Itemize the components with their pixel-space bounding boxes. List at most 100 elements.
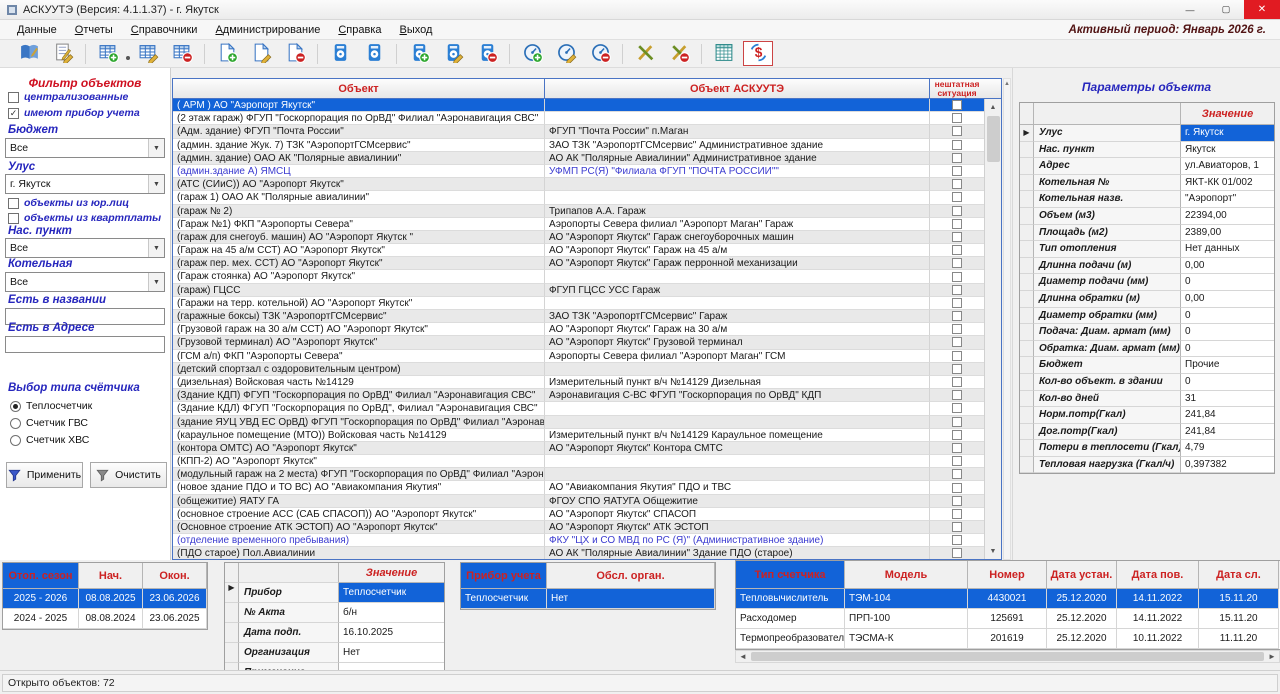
meter-service-row[interactable]: ТеплосчетчикНет xyxy=(461,589,715,609)
emergency-checkbox[interactable] xyxy=(952,140,962,150)
object-name-cell[interactable]: (КПП-2) АО "Аэропорт Якутск" xyxy=(173,455,545,468)
counters-col-header[interactable]: Модель xyxy=(845,561,968,589)
askuute-name-cell[interactable]: ФГУП ГЦСС УСС Гараж xyxy=(545,284,930,297)
emergency-checkbox[interactable] xyxy=(952,417,962,427)
counter-delete-button[interactable] xyxy=(585,41,615,66)
scroll-left-icon[interactable]: ◄ xyxy=(736,652,750,661)
object-row[interactable]: (караульное помещение (МТО)) Войсковая ч… xyxy=(173,429,984,442)
object-name-cell[interactable]: ( АРМ ) АО "Аэропорт Якутск" xyxy=(173,99,545,112)
object-row[interactable]: (Гараж №1) ФКП "Аэропорты Севера"Аэропор… xyxy=(173,218,984,231)
object-row[interactable]: (гаражные боксы) ТЗК "АэропортГСМсервис"… xyxy=(173,310,984,323)
emergency-checkbox[interactable] xyxy=(952,192,962,202)
emergency-checkbox[interactable] xyxy=(952,456,962,466)
param-value[interactable]: 0 xyxy=(1181,308,1274,325)
object-row[interactable]: (гараж) ГЦССФГУП ГЦСС УСС Гараж xyxy=(173,284,984,297)
emergency-checkbox[interactable] xyxy=(952,337,962,347)
scroll-down-icon[interactable]: ▼ xyxy=(985,543,1002,559)
report-edit-button[interactable] xyxy=(48,41,78,66)
object-name-cell[interactable]: (основное строение АСС (САБ СПАСОП)) АО … xyxy=(173,508,545,521)
chevron-down-icon[interactable]: ▼ xyxy=(148,239,164,257)
object-row[interactable]: ( АРМ ) АО "Аэропорт Якутск" xyxy=(173,99,984,112)
horizontal-scrollbar[interactable]: ◄ ► xyxy=(735,650,1280,663)
param-value[interactable]: 0 xyxy=(1181,341,1274,358)
meter-delete-button[interactable] xyxy=(472,41,502,66)
meter-add-button[interactable] xyxy=(404,41,434,66)
counter-edit-button[interactable] xyxy=(551,41,581,66)
object-name-cell[interactable]: (Гараж на 45 а/м ССТ) АО "Аэропорт Якутс… xyxy=(173,244,545,257)
emergency-checkbox[interactable] xyxy=(952,324,962,334)
radio-icon[interactable] xyxy=(10,435,21,446)
object-name-cell[interactable]: (Гараж стоянка) АО "Аэропорт Якутск" xyxy=(173,270,545,283)
object-row[interactable]: (основное строение АСС (САБ СПАСОП)) АО … xyxy=(173,508,984,521)
object-row[interactable]: (дизельная) Войсковая часть №14129Измери… xyxy=(173,376,984,389)
askuute-name-cell[interactable]: АО "Аэропорт Якутск" СПАСОП xyxy=(545,508,930,521)
column-header-object[interactable]: Объект xyxy=(173,79,545,98)
counter-add-button[interactable] xyxy=(517,41,547,66)
param-value[interactable]: 31 xyxy=(1181,391,1274,408)
askuute-name-cell[interactable]: АО "Аэропорт Якутск" Грузовой терминал xyxy=(545,336,930,349)
emergency-checkbox[interactable] xyxy=(952,285,962,295)
table-add-button[interactable] xyxy=(93,41,123,66)
checkbox-centralized[interactable]: централизованные xyxy=(8,91,128,103)
ulus-dropdown[interactable]: г. Якутск ▼ xyxy=(5,174,165,194)
object-row[interactable]: (гараж 1) ОАО АК "Полярные авиалинии" xyxy=(173,191,984,204)
object-name-cell[interactable]: (2 этаж гараж) ФГУП "Госкорпорация по Ор… xyxy=(173,112,545,125)
param-value[interactable]: 0,00 xyxy=(1181,258,1274,275)
readings-table-button[interactable] xyxy=(709,41,739,66)
emergency-checkbox[interactable] xyxy=(952,298,962,308)
object-name-cell[interactable]: (ПДО старое) Пол.Авиалинии xyxy=(173,547,545,559)
object-name-cell[interactable]: (админ. здание Жук. 7) ТЗК "АэропортГСМс… xyxy=(173,139,545,152)
askuute-name-cell[interactable] xyxy=(545,112,930,125)
checkbox-jur-objects[interactable]: объекты из юр.лиц xyxy=(8,197,129,209)
emergency-checkbox[interactable] xyxy=(952,206,962,216)
counter-row[interactable]: ТепловычислительТЭМ-104443002125.12.2020… xyxy=(736,589,1280,609)
scroll-right-icon[interactable]: ► xyxy=(1265,652,1279,661)
askuute-name-cell[interactable] xyxy=(545,468,930,481)
counters-col-header[interactable]: Тип счетчика xyxy=(736,561,845,589)
object-row[interactable]: (Грузовой терминал) АО "Аэропорт Якутск"… xyxy=(173,336,984,349)
param-row[interactable]: Длинна подачи (м)0,00 xyxy=(1020,258,1274,275)
object-row[interactable]: (детский спортзал с оздоровительным цент… xyxy=(173,363,984,376)
param-value[interactable]: "Аэропорт" xyxy=(1181,191,1274,208)
param-row[interactable]: Адресул.Авиаторов, 1 xyxy=(1020,158,1274,175)
object-name-cell[interactable]: (модульный гараж на 2 места) ФГУП "Госко… xyxy=(173,468,545,481)
object-row[interactable]: (ПДО старое) Пол.АвиалинииАО АК "Полярны… xyxy=(173,547,984,559)
tariff-button[interactable]: $ xyxy=(743,41,773,66)
param-row[interactable]: Площадь (м2)2389,00 xyxy=(1020,225,1274,242)
column-header-askuute[interactable]: Объект АСКУУТЭ xyxy=(545,79,930,98)
chevron-down-icon[interactable]: ▼ xyxy=(148,175,164,193)
emergency-checkbox[interactable] xyxy=(952,469,962,479)
journal-button[interactable] xyxy=(14,41,44,66)
menu-item-6[interactable]: Выход xyxy=(391,22,442,38)
param-row[interactable]: Котельная назв."Аэропорт" xyxy=(1020,191,1274,208)
param-value[interactable]: 0 xyxy=(1181,324,1274,341)
param-value[interactable]: 0,397382 xyxy=(1181,457,1274,474)
object-name-cell[interactable]: (караульное помещение (МТО)) Войсковая ч… xyxy=(173,429,545,442)
kotelnaya-dropdown[interactable]: Все ▼ xyxy=(5,272,165,292)
season-row[interactable]: 2025 - 202608.08.202523.06.2026 xyxy=(3,589,207,609)
emergency-checkbox[interactable] xyxy=(952,100,962,110)
object-name-cell[interactable]: (гараж пер. мех. ССТ) АО "Аэропорт Якутс… xyxy=(173,257,545,270)
object-name-cell[interactable]: (общежитие) ЯАТУ ГА xyxy=(173,495,545,508)
emergency-checkbox[interactable] xyxy=(952,509,962,519)
askuute-name-cell[interactable]: АО "Авиакомпания Якутия" ПДО и ТВС xyxy=(545,481,930,494)
param-row[interactable]: Кол-во дней31 xyxy=(1020,391,1274,408)
param-row[interactable]: Норм.потр(Гкал)241,84 xyxy=(1020,407,1274,424)
emergency-checkbox[interactable] xyxy=(952,179,962,189)
counter-row[interactable]: ТермопреобразовательТЭСМА-К20161925.12.2… xyxy=(736,629,1280,649)
object-name-cell[interactable]: (детский спортзал с оздоровительным цент… xyxy=(173,363,545,376)
emergency-checkbox[interactable] xyxy=(952,535,962,545)
object-row[interactable]: (Основное строение АТК ЭСТОП) АО "Аэропо… xyxy=(173,521,984,534)
scrollbar-thumb[interactable] xyxy=(751,652,1264,661)
chevron-down-icon[interactable]: ▼ xyxy=(148,273,164,291)
object-row[interactable]: (модульный гараж на 2 места) ФГУП "Госко… xyxy=(173,468,984,481)
object-name-cell[interactable]: (отделение временного пребывания) xyxy=(173,534,545,547)
object-name-cell[interactable]: (Гараж №1) ФКП "Аэропорты Севера" xyxy=(173,218,545,231)
addr-search-input[interactable] xyxy=(5,336,165,353)
prop-value[interactable]: б/н xyxy=(339,603,444,623)
object-name-cell[interactable]: (Здание КДП) ФГУП "Госкорпорация по ОрВД… xyxy=(173,389,545,402)
device-prop-row[interactable]: ▶ПриборТеплосчетчик xyxy=(225,583,444,603)
param-value[interactable]: Якутск xyxy=(1181,142,1274,159)
askuute-name-cell[interactable] xyxy=(545,402,930,415)
askuute-name-cell[interactable]: ФГУП "Почта России" п.Маган xyxy=(545,125,930,138)
